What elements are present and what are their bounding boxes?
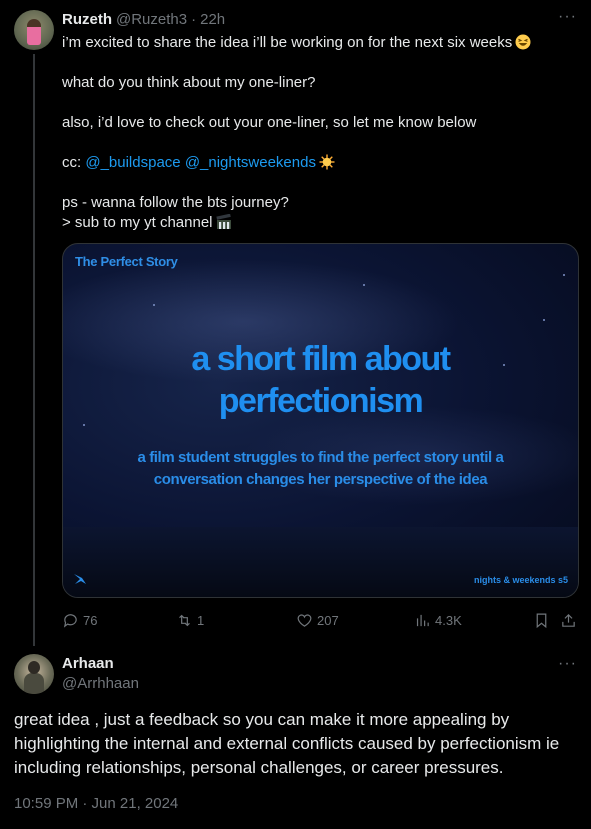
- author-name[interactable]: Ruzeth: [62, 11, 112, 28]
- card-star: [563, 274, 565, 276]
- reply-icon: [63, 613, 77, 628]
- card-title: a short film about perfectionism: [63, 338, 578, 422]
- tweet-sub-line: > sub to my yt channel: [62, 214, 213, 231]
- clapper-emoji-icon: [215, 214, 231, 229]
- card-subtitle: a film student struggles to find the per…: [63, 447, 578, 491]
- reply-author-handle[interactable]: @Arrhhaan: [62, 675, 139, 692]
- buildspace-logo-icon: [74, 574, 86, 584]
- mention-buildspace[interactable]: @_buildspace: [85, 154, 180, 171]
- repost-button[interactable]: 1: [176, 610, 204, 630]
- repost-icon: [179, 614, 190, 626]
- repost-count: 1: [197, 612, 205, 628]
- share-button[interactable]: [560, 610, 577, 630]
- like-icon: [297, 614, 312, 627]
- tweet-line-3: also, i’d love to check out your one-lin…: [62, 114, 477, 131]
- sun-emoji-icon: [319, 154, 335, 170]
- card-subtitle-line-2: conversation changes her perspective of …: [153, 471, 488, 488]
- media-card[interactable]: The Perfect Story a short film about per…: [62, 243, 579, 598]
- card-brand-label: The Perfect Story: [75, 254, 178, 269]
- tweet-time[interactable]: 22h: [200, 11, 225, 28]
- reply-button[interactable]: 76: [62, 610, 97, 630]
- views-count: 4.3K: [435, 612, 462, 628]
- cc-prefix: cc:: [62, 154, 86, 171]
- card-star: [83, 424, 85, 426]
- avatar-arhaan[interactable]: [14, 654, 54, 694]
- reply-timestamp[interactable]: 10:59 PM · Jun 21, 2024: [14, 795, 178, 812]
- share-icon: [562, 613, 575, 627]
- reply-count: 76: [83, 612, 98, 628]
- card-footer-label: nights & weekends s5: [473, 575, 568, 585]
- tweet-cc-line: cc: @_buildspace @_nightsweekends: [62, 153, 577, 173]
- tweet-actions-bar: 76 1 207 4.3K: [62, 610, 581, 630]
- laughing-emoji-icon: [515, 34, 531, 50]
- card-title-line-1: a short film about: [191, 340, 451, 378]
- bookmark-button[interactable]: [533, 610, 550, 630]
- more-options-button[interactable]: ···: [558, 9, 577, 25]
- tweet-line-1-text: i’m excited to share the idea i’ll be wo…: [62, 34, 513, 51]
- card-star: [153, 304, 155, 306]
- reply-more-options-button[interactable]: ···: [558, 656, 577, 672]
- tweet-ps-block: ps - wanna follow the bts journey? > sub…: [62, 193, 577, 233]
- views-button[interactable]: 4.3K: [414, 610, 462, 630]
- tweet-text: i’m excited to share the idea i’ll be wo…: [62, 33, 577, 233]
- reply-text: great idea , just a feedback so you can …: [14, 710, 560, 777]
- time-separator: ·: [191, 10, 197, 28]
- tweet-ps-line: ps - wanna follow the bts journey?: [62, 194, 289, 211]
- tweet-sub-line-wrap: > sub to my yt channel: [62, 213, 577, 233]
- tweet-line-1: i’m excited to share the idea i’ll be wo…: [62, 33, 577, 53]
- card-title-line-2: perfectionism: [218, 382, 424, 420]
- tweet-header: Ruzeth @Ruzeth3 · 22h: [62, 10, 225, 28]
- card-ground-silhouette: [63, 527, 578, 597]
- card-star: [543, 319, 545, 321]
- like-button[interactable]: 207: [296, 610, 339, 630]
- reply-author-name[interactable]: Arhaan: [62, 655, 114, 672]
- thread-connector-line: [33, 54, 35, 646]
- views-icon: [416, 614, 429, 626]
- avatar-ruzeth[interactable]: [14, 10, 54, 50]
- tweet-line-2: what do you think about my one-liner?: [62, 74, 316, 91]
- like-count: 207: [317, 612, 339, 628]
- card-subtitle-line-1: a film student struggles to find the per…: [137, 449, 504, 466]
- author-handle[interactable]: @Ruzeth3: [116, 11, 187, 28]
- bookmark-icon: [536, 613, 547, 628]
- mention-nightsweekends[interactable]: @_nightsweekends: [185, 154, 316, 171]
- card-star: [363, 284, 365, 286]
